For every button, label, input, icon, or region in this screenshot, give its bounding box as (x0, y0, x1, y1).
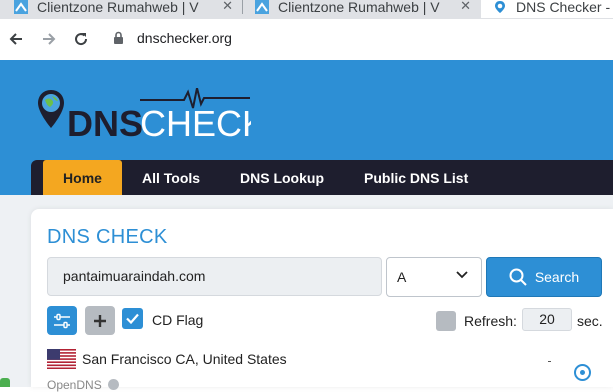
reload-icon (75, 33, 88, 46)
dns-check-title: DNS CHECK (47, 226, 168, 248)
reload-button[interactable] (69, 27, 93, 51)
arrow-left-icon (9, 33, 22, 45)
refresh-label: Refresh: (464, 313, 517, 329)
search-button[interactable]: Search (486, 257, 602, 297)
filter-settings-button[interactable] (47, 306, 77, 335)
forward-button[interactable] (37, 27, 61, 51)
refresh-interval-input[interactable]: 20 (522, 308, 572, 331)
dnschecker-favicon-icon (495, 1, 505, 13)
plus-icon (94, 314, 106, 327)
browser-toolbar: dnschecker.org (0, 19, 613, 60)
arrow-right-icon (43, 33, 56, 45)
checkmark-icon (126, 313, 139, 324)
add-server-button[interactable] (85, 306, 115, 335)
us-flag-icon (47, 349, 76, 369)
browser-tab-title: DNS Checker - D (516, 0, 613, 15)
result-location: San Francisco CA, United States (82, 351, 287, 367)
nav-public-dns-list[interactable]: Public DNS List (364, 160, 468, 195)
dns-check-card: DNS CHECK pantaimuaraindah.com A Search … (31, 209, 613, 392)
chevron-down-icon (456, 271, 468, 279)
nav-dns-lookup[interactable]: DNS Lookup (240, 160, 324, 195)
record-type-value: A (397, 269, 407, 285)
logo-text-checker: CHECKER (140, 103, 251, 140)
domain-input[interactable]: pantaimuaraindah.com (47, 257, 382, 296)
auto-refresh-checkbox[interactable] (436, 311, 456, 331)
refresh-unit-label: sec. (577, 313, 603, 329)
rumahweb-favicon-icon (14, 0, 28, 14)
close-tab-icon[interactable]: ✕ (222, 0, 233, 14)
sliders-icon (54, 313, 70, 328)
browser-tab-strip: Clientzone Rumahweb | V ✕ Clientzone Rum… (0, 0, 613, 19)
browser-tab-1[interactable]: Clientzone Rumahweb | V ✕ (0, 0, 243, 18)
lock-icon[interactable] (113, 31, 124, 45)
address-bar-url[interactable]: dnschecker.org (137, 30, 232, 46)
search-button-label: Search (534, 269, 580, 285)
dnschecker-logo[interactable]: DNS CHECKER (36, 88, 251, 140)
record-type-select[interactable]: A (386, 257, 482, 297)
cd-flag-label: CD Flag (152, 312, 204, 328)
cd-flag-checkbox[interactable] (122, 308, 143, 329)
nav-home[interactable]: Home (43, 160, 122, 195)
info-icon[interactable] (108, 379, 119, 390)
result-status-icon (574, 364, 591, 381)
browser-tab-2[interactable]: Clientzone Rumahweb | V ✕ (243, 0, 481, 18)
rumahweb-favicon-icon (255, 0, 269, 14)
android-icon (0, 378, 10, 387)
result-provider: OpenDNS (47, 378, 102, 392)
browser-tab-title: Clientzone Rumahweb | V (278, 0, 440, 15)
browser-tab-3-active[interactable]: DNS Checker - D (481, 0, 613, 18)
site-header: DNS CHECKER Home All Tools DNS Lookup Pu… (0, 60, 613, 195)
result-status-dash (548, 361, 551, 362)
logo-text-dns: DNS (67, 103, 143, 140)
close-tab-icon[interactable]: ✕ (460, 0, 471, 14)
browser-tab-title: Clientzone Rumahweb | V (37, 0, 199, 15)
main-navigation: Home All Tools DNS Lookup Public DNS Lis… (31, 160, 613, 195)
back-button[interactable] (4, 27, 28, 51)
search-icon (509, 268, 527, 286)
nav-all-tools[interactable]: All Tools (142, 160, 200, 195)
